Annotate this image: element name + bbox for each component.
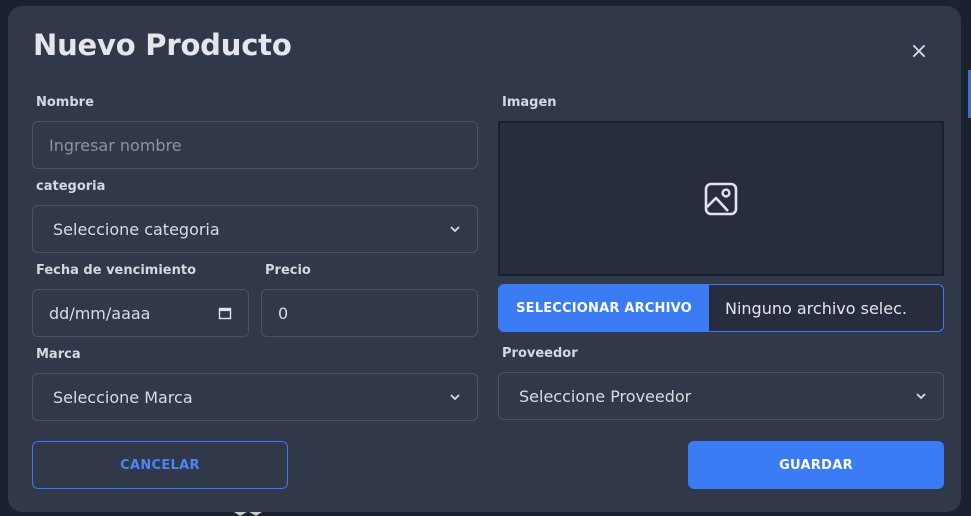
file-name-text: Ninguno archivo selec.	[725, 298, 907, 318]
chevron-down-icon	[450, 226, 460, 233]
fecha-vencimiento-value: dd/mm/aaaa	[49, 303, 151, 323]
categoria-select[interactable]: Seleccione categoria	[32, 205, 478, 253]
nombre-placeholder: Ingresar nombre	[49, 135, 182, 155]
calendar-icon[interactable]	[218, 306, 232, 320]
marca-selected-value: Seleccione Marca	[53, 387, 193, 407]
precio-label: Precio	[265, 263, 311, 278]
file-input[interactable]: SELECCIONAR ARCHIVO Ninguno archivo sele…	[498, 284, 944, 332]
select-file-button[interactable]: SELECCIONAR ARCHIVO	[499, 285, 709, 331]
marca-label: Marca	[36, 347, 81, 362]
categoria-selected-value: Seleccione categoria	[53, 219, 220, 239]
modal-title: Nuevo Producto	[33, 28, 292, 62]
fecha-vencimiento-label: Fecha de vencimiento	[36, 263, 197, 278]
fecha-vencimiento-input[interactable]: dd/mm/aaaa	[32, 289, 249, 337]
new-product-modal: Nuevo Producto × Nombre Ingresar nombre …	[8, 6, 961, 512]
image-preview	[498, 121, 944, 276]
chevron-down-icon	[916, 393, 926, 400]
precio-input[interactable]: 0	[261, 289, 478, 337]
marca-select[interactable]: Seleccione Marca	[32, 373, 478, 421]
nombre-input[interactable]: Ingresar nombre	[32, 121, 478, 169]
proveedor-selected-value: Seleccione Proveedor	[519, 386, 692, 406]
precio-value: 0	[278, 303, 289, 323]
categoria-label: categoria	[36, 179, 106, 194]
image-icon	[704, 182, 738, 215]
imagen-label: Imagen	[502, 95, 557, 110]
proveedor-label: Proveedor	[502, 346, 578, 361]
proveedor-select[interactable]: Seleccione Proveedor	[498, 372, 944, 420]
save-button[interactable]: GUARDAR	[688, 441, 944, 489]
cancel-button[interactable]: CANCELAR	[32, 441, 288, 489]
chevron-down-icon	[450, 394, 460, 401]
nombre-label: Nombre	[36, 95, 94, 110]
close-icon[interactable]: ×	[908, 41, 930, 63]
